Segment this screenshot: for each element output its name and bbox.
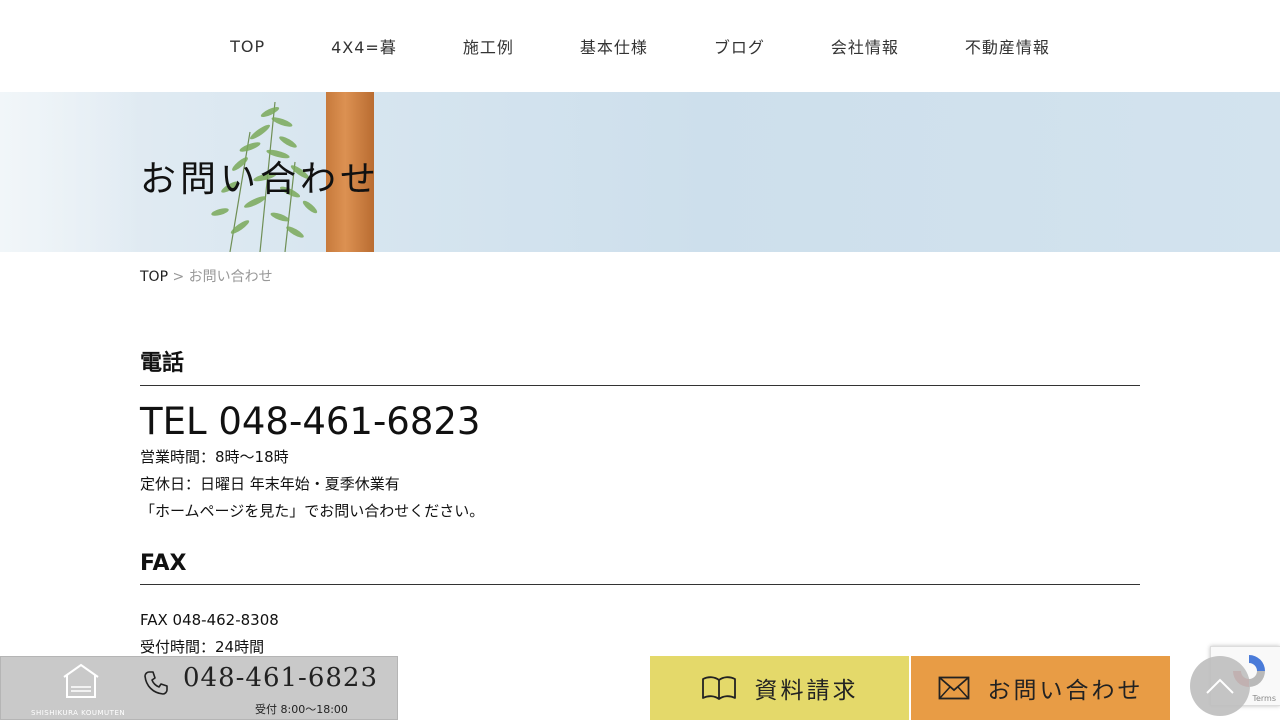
- page-hero: お問い合わせ: [0, 92, 1280, 252]
- document-request-button[interactable]: 資料請求: [650, 656, 909, 720]
- bottom-tel-number: 048-461-6823: [183, 663, 378, 693]
- main-content: 電話 TEL 048-461-6823 営業時間：8時～18時 定休日：日曜日 …: [140, 345, 1140, 661]
- tel-number[interactable]: TEL 048-461-6823: [140, 400, 1140, 444]
- page-title: お問い合わせ: [140, 159, 381, 200]
- scroll-to-top-button[interactable]: [1190, 656, 1250, 716]
- phone-icon: [144, 671, 168, 695]
- book-icon: [701, 676, 736, 700]
- house-logo-icon: [63, 663, 99, 698]
- recaptcha-terms[interactable]: Terms: [1252, 694, 1276, 703]
- mail-icon: [938, 676, 969, 700]
- global-nav: TOP 4X4=暮 施工例 基本仕様 ブログ 会社情報 不動産情報: [0, 0, 1280, 92]
- bottom-tel-button[interactable]: SHISHIKURA KOUMUTEN 048-461-6823 受付 8:00…: [0, 656, 398, 720]
- phone-note: 「ホームページを見た」でお問い合わせください。: [140, 502, 485, 520]
- nav-item-blog[interactable]: ブログ: [681, 34, 798, 58]
- phone-heading: 電話: [140, 345, 1140, 386]
- holidays: 定休日：日曜日 年末年始・夏季休業有: [140, 475, 400, 493]
- contact-button[interactable]: お問い合わせ: [911, 656, 1170, 720]
- phone-info: 営業時間：8時～18時 定休日：日曜日 年末年始・夏季休業有 「ホームページを見…: [140, 444, 1140, 525]
- fax-heading: FAX: [140, 551, 1140, 585]
- nav-item-top[interactable]: TOP: [197, 37, 298, 56]
- logo-text: SHISHIKURA KOUMUTEN: [31, 709, 126, 717]
- business-hours: 営業時間：8時～18時: [140, 448, 289, 466]
- fax-info: FAX 048-462-8308 受付時間：24時間: [140, 607, 1140, 661]
- nav-item-company[interactable]: 会社情報: [798, 34, 932, 58]
- breadcrumb-home-link[interactable]: TOP: [140, 269, 168, 285]
- nav-item-realestate[interactable]: 不動産情報: [932, 34, 1083, 58]
- nav-item-specs[interactable]: 基本仕様: [547, 34, 681, 58]
- bottom-tel-hours: 受付 8:00〜18:00: [255, 703, 348, 716]
- contact-label: お問い合わせ: [987, 678, 1144, 704]
- breadcrumb-current: お問い合わせ: [188, 269, 273, 285]
- nav-item-4x4[interactable]: 4X4=暮: [298, 34, 430, 58]
- chevron-up-icon: [1206, 678, 1234, 694]
- document-request-label: 資料請求: [754, 678, 859, 704]
- breadcrumb-separator: >: [168, 269, 189, 285]
- nav-item-works[interactable]: 施工例: [430, 34, 547, 58]
- fax-number: FAX 048-462-8308: [140, 611, 279, 629]
- breadcrumb: TOP > お問い合わせ: [140, 266, 273, 286]
- fax-section: FAX FAX 048-462-8308 受付時間：24時間: [140, 551, 1140, 661]
- phone-section: 電話 TEL 048-461-6823 営業時間：8時～18時 定休日：日曜日 …: [140, 345, 1140, 525]
